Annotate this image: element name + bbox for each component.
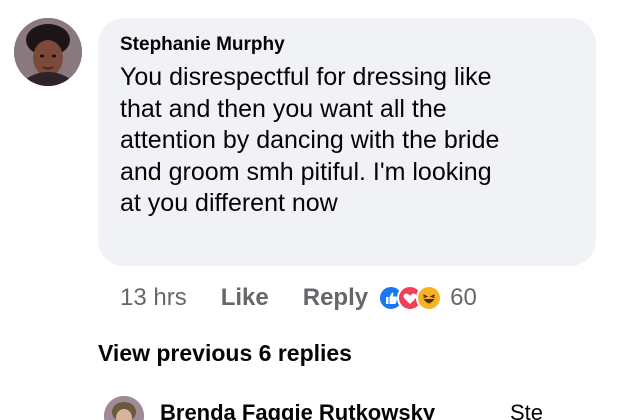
- reactions-summary[interactable]: 60: [378, 284, 477, 312]
- comment-text-line: at you different now: [120, 189, 338, 217]
- comment-text-line: You disrespectful for dressing like: [120, 63, 492, 91]
- reply-avatar-photo: [104, 396, 144, 420]
- comment-text: You disrespectful for dressing like that…: [120, 62, 590, 220]
- comment-timestamp[interactable]: 13 hrs: [120, 284, 187, 312]
- view-previous-replies-link[interactable]: View previous 6 replies: [98, 340, 352, 367]
- comment-text-line: that and then you want all the: [120, 94, 447, 123]
- comment-text-line: and groom smh pitiful. I'm looking: [120, 157, 492, 186]
- comment-text-line: attention by dancing with the bride: [120, 126, 500, 154]
- like-button[interactable]: Like: [221, 284, 269, 312]
- avatar-photo: [14, 18, 82, 86]
- reply-avatar[interactable]: [104, 396, 144, 420]
- comment-author[interactable]: Stephanie Murphy: [120, 34, 285, 56]
- reply-button[interactable]: Reply: [303, 284, 368, 312]
- comment-actions: 13 hrs Like Reply 60: [120, 283, 477, 313]
- comment-bubble: Stephanie Murphy You disrespectful for d…: [98, 18, 596, 266]
- reply-author[interactable]: Brenda Faggie Rutkowsky: [160, 400, 435, 420]
- reaction-count: 60: [450, 284, 477, 311]
- haha-reaction-icon: [416, 285, 443, 311]
- commenter-avatar[interactable]: [14, 18, 82, 86]
- reply-text-preview: Ste: [510, 400, 544, 420]
